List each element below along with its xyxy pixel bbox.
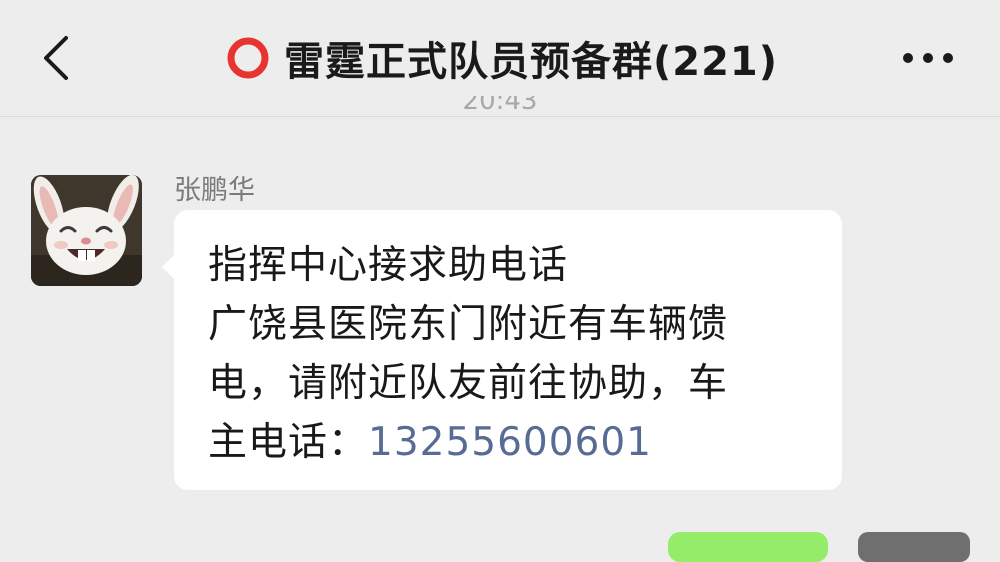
back-button[interactable]: [30, 30, 86, 86]
message-line: 电，请附近队友前往协助，车: [208, 361, 729, 406]
message-text: 指挥中心接求助电话 广饶县医院东门附近有车辆馈 电，请附近队友前往协助，车 主电…: [208, 236, 812, 472]
more-dots-icon: [903, 53, 953, 63]
timestamp: 20:43: [450, 96, 550, 120]
red-ring-icon: [226, 36, 270, 80]
sender-name: 张鹏华: [174, 175, 255, 206]
next-message-avatar[interactable]: [858, 532, 970, 562]
message-line: 广饶县医院东门附近有车辆馈: [208, 302, 729, 347]
rabbit-avatar-icon: [31, 175, 142, 286]
message-line: 指挥中心接求助电话: [208, 243, 569, 288]
phone-number-link[interactable]: 13255600601: [368, 420, 652, 465]
more-button[interactable]: [896, 38, 960, 78]
next-message-bubble[interactable]: [668, 532, 828, 562]
sender-avatar[interactable]: [31, 175, 142, 286]
message-line-last: 主电话：13255600601: [208, 413, 812, 472]
message-line-prefix: 主电话：: [208, 420, 369, 465]
timestamp-text: 20:43: [462, 96, 538, 116]
chat-title: 雷霆正式队员预备群(221): [283, 39, 779, 85]
bubble-tail: [162, 254, 175, 280]
chevron-left-icon: [44, 36, 68, 80]
message-bubble[interactable]: 指挥中心接求助电话 广饶县医院东门附近有车辆馈 电，请附近队友前往协助，车 主电…: [162, 210, 842, 490]
